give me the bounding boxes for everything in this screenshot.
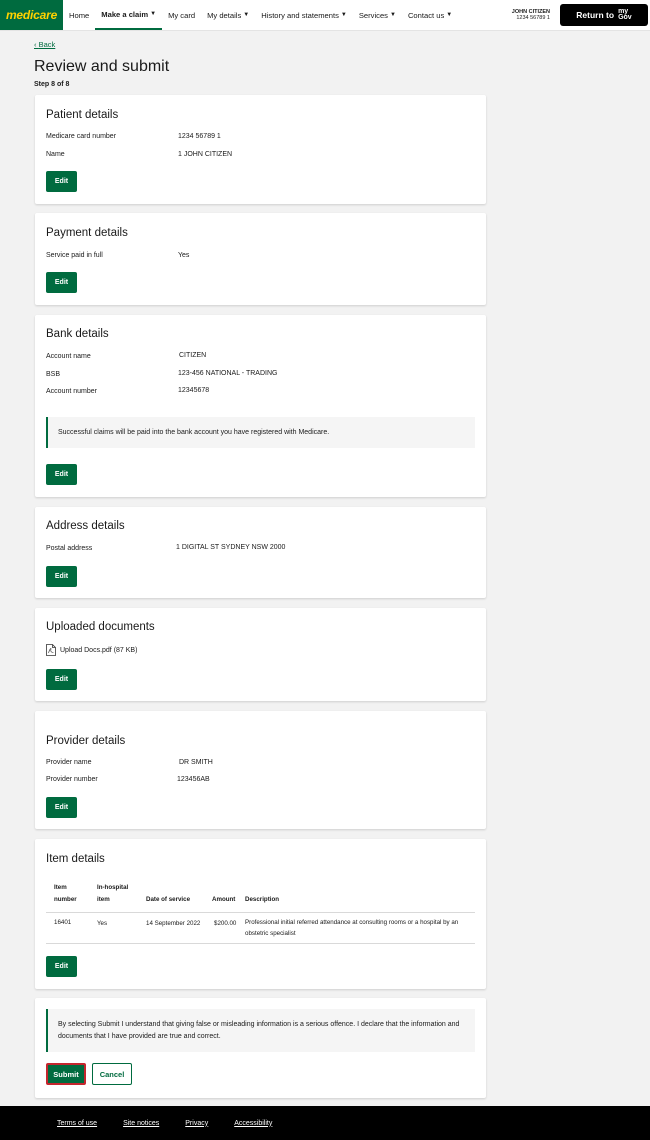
bsb-label: BSB xyxy=(46,371,61,378)
provider-details-heading: Provider details xyxy=(46,735,126,747)
bank-details-heading: Bank details xyxy=(46,328,109,340)
nav-my-details[interactable]: My details ▼ xyxy=(201,0,255,30)
medicare-card-label: Medicare card number xyxy=(46,133,117,140)
payment-details-card: Payment details Service paid in full Yes… xyxy=(35,213,486,305)
submit-button[interactable]: Submit xyxy=(46,1063,86,1085)
patient-details-card: Patient details Medicare card number 123… xyxy=(35,95,486,204)
edit-payment-button[interactable]: Edit xyxy=(46,272,77,293)
account-name-value: CITIZEN xyxy=(179,352,207,359)
service-paid-value: Yes xyxy=(178,252,190,259)
address-details-card: Address details Postal address 1 DIGITAL… xyxy=(35,507,486,598)
item-details-card: Item details Item number In-hospital ite… xyxy=(35,839,486,989)
footer-accessibility[interactable]: Accessibility xyxy=(234,1120,272,1127)
postal-address-label: Postal address xyxy=(46,545,93,552)
chevron-down-icon: ▼ xyxy=(150,11,157,17)
chevron-down-icon: ▼ xyxy=(340,12,347,18)
patient-details-heading: Patient details xyxy=(46,109,119,121)
table-divider xyxy=(46,912,475,913)
provider-number-label: Provider number xyxy=(46,776,98,783)
medicare-card-value: 1234 56789 1 xyxy=(178,133,221,140)
cell-description: Professional initial referred attendance… xyxy=(245,919,459,937)
bank-details-card: Bank details Account name CITIZEN BSB 12… xyxy=(35,315,486,497)
uploaded-file-link[interactable]: Upload Docs.pdf (87 KB) xyxy=(60,647,137,654)
chevron-down-icon: ▼ xyxy=(389,12,396,18)
nav-history-and-statements[interactable]: History and statements ▼ xyxy=(255,0,353,30)
page-title: Review and submit xyxy=(34,58,170,75)
user-medicare-number: 1234 56789 1 xyxy=(516,15,550,21)
edit-documents-button[interactable]: Edit xyxy=(46,669,77,690)
medicare-logo[interactable]: medicare xyxy=(0,0,63,30)
top-navigation-bar: medicare Home Make a claim ▼ My card My d… xyxy=(0,0,650,31)
account-number-label: Account number xyxy=(46,388,97,395)
edit-bank-button[interactable]: Edit xyxy=(46,464,77,485)
name-value: 1 JOHN CITIZEN xyxy=(178,151,233,158)
payment-details-heading: Payment details xyxy=(46,227,128,239)
name-label: Name xyxy=(46,151,65,158)
col-in-hospital: In-hospital item xyxy=(97,884,129,903)
uploaded-documents-card: Uploaded documents Upload Docs.pdf (87 K… xyxy=(35,608,486,701)
nav-label: Make a claim xyxy=(101,9,149,19)
back-link[interactable]: ‹ Back xyxy=(34,40,55,49)
cell-item-number: 16401 xyxy=(54,919,72,926)
edit-provider-button[interactable]: Edit xyxy=(46,797,77,818)
uploaded-documents-heading: Uploaded documents xyxy=(46,621,155,633)
cell-amount: $200.00 xyxy=(214,920,237,927)
chevron-down-icon: ▼ xyxy=(446,12,453,18)
logo-text: medicare xyxy=(5,8,58,22)
item-details-heading: Item details xyxy=(46,853,105,865)
nav-my-card[interactable]: My card xyxy=(162,0,201,30)
col-amount: Amount xyxy=(212,896,236,903)
nav-label: My card xyxy=(168,10,196,20)
footer-privacy[interactable]: Privacy xyxy=(185,1120,208,1127)
nav-make-a-claim[interactable]: Make a claim ▼ xyxy=(95,0,163,30)
user-info: JOHN CITIZEN 1234 56789 1 xyxy=(512,0,560,30)
nav-services[interactable]: Services ▼ xyxy=(353,0,402,30)
bsb-value: 123-456 NATIONAL - TRADING xyxy=(178,370,278,377)
account-number-value: 12345678 xyxy=(178,387,210,394)
col-item-number: Item number xyxy=(54,884,77,903)
footer-site-notices[interactable]: Site notices xyxy=(123,1120,159,1127)
main-nav: Home Make a claim ▼ My card My details ▼ H… xyxy=(63,0,458,30)
return-label: Return to xyxy=(576,10,615,20)
bank-notice: Successful claims will be paid into the … xyxy=(46,417,475,448)
address-details-heading: Address details xyxy=(46,520,125,532)
provider-number-value: 123456AB xyxy=(177,776,210,783)
cancel-button[interactable]: Cancel xyxy=(92,1063,132,1085)
provider-details-card: Provider details Provider name DR SMITH … xyxy=(35,711,486,829)
footer: Terms of use Site notices Privacy Access… xyxy=(0,1106,650,1140)
table-divider xyxy=(46,943,475,944)
mygov-bottom: Gov xyxy=(618,14,632,21)
cell-in-hospital: Yes xyxy=(97,920,108,927)
declaration-notice: By selecting Submit I understand that gi… xyxy=(46,1009,475,1052)
back-label: Back xyxy=(38,40,56,49)
nav-label: My details xyxy=(207,10,242,20)
footer-terms-of-use[interactable]: Terms of use xyxy=(57,1120,97,1127)
postal-address-value: 1 DIGITAL ST SYDNEY NSW 2000 xyxy=(176,544,286,551)
col-date-of-service: Date of service xyxy=(146,896,191,903)
edit-address-button[interactable]: Edit xyxy=(46,566,77,587)
chevron-down-icon: ▼ xyxy=(243,12,250,18)
edit-patient-button[interactable]: Edit xyxy=(46,171,77,192)
col-description: Description xyxy=(245,896,280,903)
nav-label: Home xyxy=(69,10,90,20)
nav-contact-us[interactable]: Contact us ▼ xyxy=(402,0,458,30)
edit-items-button[interactable]: Edit xyxy=(46,956,77,977)
nav-label: Services xyxy=(358,10,388,20)
step-indicator: Step 8 of 8 xyxy=(34,81,70,88)
nav-label: Contact us xyxy=(407,10,445,20)
service-paid-label: Service paid in full xyxy=(46,252,103,259)
provider-name-label: Provider name xyxy=(46,759,92,766)
pdf-file-icon xyxy=(46,644,56,656)
mygov-logo: my Gov xyxy=(618,8,632,22)
nav-label: History and statements xyxy=(261,10,339,20)
declaration-card: By selecting Submit I understand that gi… xyxy=(35,998,486,1098)
provider-name-value: DR SMITH xyxy=(179,759,213,766)
account-name-label: Account name xyxy=(46,353,91,360)
return-to-mygov-button[interactable]: Return to my Gov xyxy=(560,4,648,26)
nav-home[interactable]: Home xyxy=(63,0,95,30)
cell-date: 14 September 2022 xyxy=(146,920,201,927)
